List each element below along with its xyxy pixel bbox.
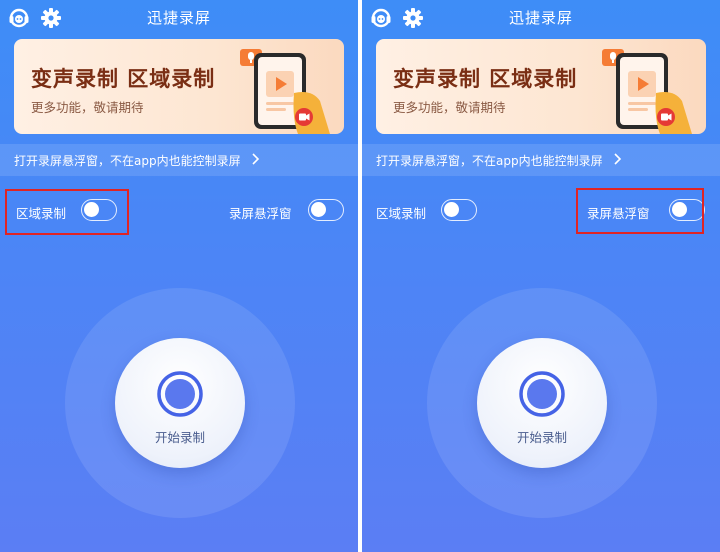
switch-knob bbox=[311, 202, 326, 217]
record-icon bbox=[519, 371, 565, 417]
toggle-label-floating: 录屏悬浮窗 bbox=[229, 206, 292, 221]
banner-subtitle: 更多功能，敬请期待 bbox=[393, 100, 506, 115]
start-record-label: 开始录制 bbox=[516, 430, 567, 445]
toggle-label-region: 区域录制 bbox=[376, 206, 427, 221]
switch-knob bbox=[444, 202, 459, 217]
top-bar: 迅捷录屏 bbox=[0, 0, 358, 36]
toggle-region-recording: 区域录制 bbox=[376, 199, 481, 223]
floating-window-switch[interactable] bbox=[308, 199, 344, 221]
app-screen-left: 迅捷录屏 变声录制 区域录制 更多功能，敬请期待 打开录屏悬浮窗，不在app内也… bbox=[0, 0, 358, 552]
feature-banner[interactable]: 变声录制 区域录制 更多功能，敬请期待 bbox=[376, 39, 706, 134]
floating-window-tip[interactable]: 打开录屏悬浮窗，不在app内也能控制录屏 bbox=[0, 144, 358, 176]
start-record-label: 开始录制 bbox=[154, 430, 205, 445]
floating-window-tip[interactable]: 打开录屏悬浮窗，不在app内也能控制录屏 bbox=[362, 144, 720, 176]
banner-subtitle: 更多功能，敬请期待 bbox=[31, 100, 144, 115]
record-icon bbox=[157, 371, 203, 417]
comparison-screenshot: 迅捷录屏 变声录制 区域录制 更多功能，敬请期待 打开录屏悬浮窗，不在app内也… bbox=[0, 0, 720, 552]
highlight-box bbox=[5, 189, 129, 235]
app-title: 迅捷录屏 bbox=[146, 9, 211, 27]
app-title: 迅捷录屏 bbox=[508, 9, 573, 27]
chevron-right-icon bbox=[614, 153, 622, 165]
tip-text: 打开录屏悬浮窗，不在app内也能控制录屏 bbox=[14, 154, 241, 168]
phone-hand-illustration-icon bbox=[240, 49, 330, 134]
tip-text: 打开录屏悬浮窗，不在app内也能控制录屏 bbox=[376, 154, 603, 168]
toggle-floating-window: 录屏悬浮窗 bbox=[229, 199, 349, 223]
top-bar: 迅捷录屏 bbox=[362, 0, 720, 36]
region-recording-switch[interactable] bbox=[441, 199, 477, 221]
record-halo: 开始录制 bbox=[427, 288, 657, 518]
start-record-button[interactable]: 开始录制 bbox=[115, 338, 245, 468]
highlight-box bbox=[576, 188, 704, 234]
feature-banner[interactable]: 变声录制 区域录制 更多功能，敬请期待 bbox=[14, 39, 344, 134]
chevron-right-icon bbox=[252, 153, 260, 165]
banner-title: 变声录制 区域录制 bbox=[31, 67, 216, 91]
phone-hand-illustration-icon bbox=[602, 49, 692, 134]
banner-title: 变声录制 区域录制 bbox=[393, 67, 578, 91]
app-screen-right: 迅捷录屏 变声录制 区域录制 更多功能，敬请期待 打开录屏悬浮窗，不在app内也… bbox=[362, 0, 720, 552]
start-record-button[interactable]: 开始录制 bbox=[477, 338, 607, 468]
record-halo: 开始录制 bbox=[65, 288, 295, 518]
